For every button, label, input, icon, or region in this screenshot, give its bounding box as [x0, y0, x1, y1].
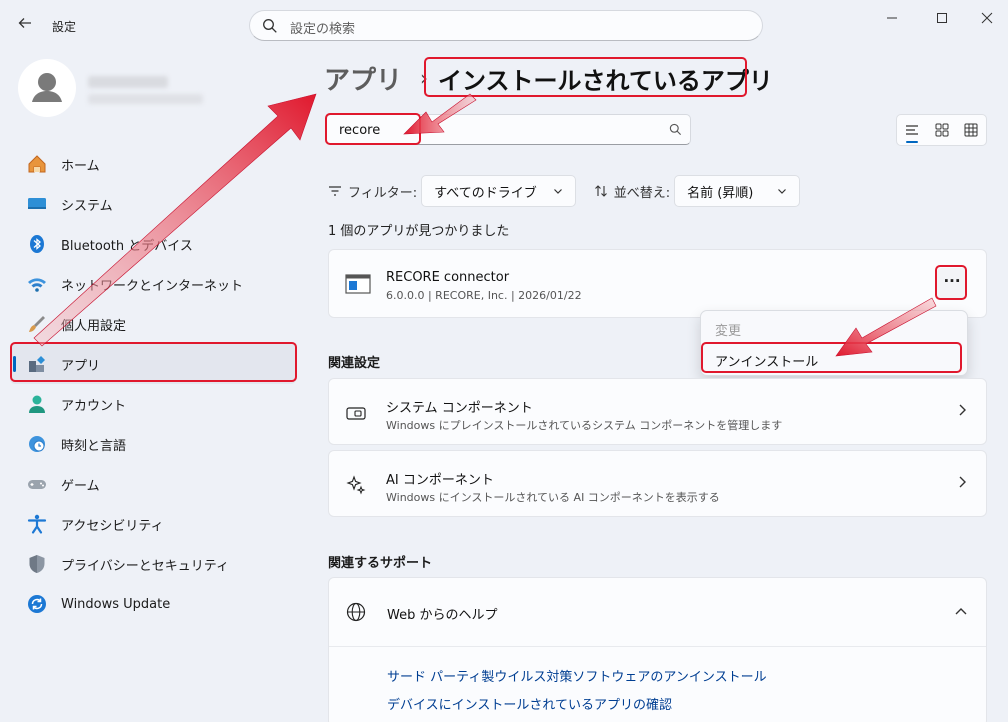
sidebar-item-privacy[interactable]: プライバシーとセキュリティ	[10, 544, 296, 584]
breadcrumb-separator: ›	[420, 66, 429, 90]
chevron-up-icon	[955, 608, 967, 615]
sidebar-item-gaming[interactable]: ゲーム	[10, 464, 296, 504]
uninstall-menu-item[interactable]: アンインストール	[715, 351, 818, 370]
context-menu: 変更 アンインストール	[700, 310, 968, 376]
chevron-down-icon	[778, 189, 787, 194]
ai-components-row[interactable]: AI コンポーネント Windows にインストールされている AI コンポーネ…	[328, 450, 987, 517]
filter-sort-row: フィルター: すべてのドライブ 並べ替え: 名前 (昇順)	[328, 175, 801, 207]
help-link-antivirus[interactable]: サード パーティ製ウイルス対策ソフトウェアのアンインストール	[387, 666, 767, 685]
list-view-button[interactable]	[897, 115, 927, 145]
app-name: RECORE connector	[386, 270, 510, 285]
globe-icon	[346, 602, 366, 622]
tile-view-icon	[964, 123, 978, 137]
accessibility-icon	[26, 513, 48, 535]
modify-menu-item: 変更	[715, 324, 742, 339]
gamepad-icon	[26, 473, 48, 495]
page-title: インストールされているアプリ	[438, 66, 773, 95]
row-description: Windows にプレインストールされているシステム コンポーネントを管理します	[386, 419, 783, 432]
app-title: 設定	[52, 20, 77, 34]
sidebar-item-windows-update[interactable]: Windows Update	[10, 584, 296, 624]
back-button[interactable]	[14, 14, 36, 36]
filter-value: すべてのドライブ	[434, 185, 537, 201]
home-icon	[26, 153, 48, 175]
search-placeholder: 設定の検索	[290, 22, 356, 37]
sidebar-item-time-language[interactable]: 時刻と言語	[10, 424, 296, 464]
sidebar-item-bluetooth[interactable]: Bluetooth とデバイス	[10, 224, 296, 264]
back-arrow-icon	[18, 18, 31, 28]
sidebar-item-accessibility[interactable]: アクセシビリティ	[10, 504, 296, 544]
component-icon	[346, 407, 366, 420]
app-window-icon	[345, 274, 371, 294]
system-icon	[26, 193, 48, 215]
list-view-icon	[905, 125, 918, 135]
app-search-value: recore	[339, 123, 381, 138]
related-settings-heading: 関連設定	[328, 356, 381, 371]
close-icon	[981, 12, 993, 24]
maximize-button[interactable]	[927, 8, 957, 30]
time-language-icon	[26, 433, 48, 455]
chevron-right-icon	[959, 404, 966, 416]
bluetooth-icon	[26, 233, 48, 255]
update-icon	[26, 593, 48, 615]
title-bar: 設定 設定の検索	[0, 0, 1008, 50]
app-search-input[interactable]: recore	[326, 114, 691, 145]
tile-view-button[interactable]	[956, 115, 986, 145]
view-toggle	[896, 114, 987, 146]
row-title: システム コンポーネント	[386, 401, 533, 416]
settings-search-box[interactable]: 設定の検索	[249, 10, 763, 41]
related-support-heading: 関連するサポート	[328, 556, 433, 571]
web-help-title: Web からのヘルプ	[387, 608, 498, 623]
wifi-icon	[26, 273, 48, 295]
sort-dropdown[interactable]: 名前 (昇順)	[674, 175, 801, 207]
sidebar-item-accounts[interactable]: アカウント	[10, 384, 296, 424]
maximize-icon	[937, 13, 947, 23]
chevron-right-icon	[959, 476, 966, 488]
chevron-down-icon	[553, 189, 562, 194]
more-options-button[interactable]: ···	[937, 268, 967, 298]
sidebar-item-system[interactable]: システム	[10, 184, 296, 224]
sidebar-item-apps[interactable]: アプリ	[10, 344, 296, 384]
close-button[interactable]	[972, 8, 1002, 30]
filter-label: フィルター:	[348, 185, 418, 201]
apps-icon	[26, 353, 48, 375]
app-list-item: RECORE connector 6.0.0.0 | RECORE, Inc. …	[328, 249, 987, 318]
sidebar-item-personalization[interactable]: 個人用設定	[10, 304, 296, 344]
sort-label: 並べ替え:	[613, 185, 671, 201]
app-meta: 6.0.0.0 | RECORE, Inc. | 2026/01/22	[386, 289, 582, 302]
sidebar-item-network[interactable]: ネットワークとインターネット	[10, 264, 296, 304]
results-count: 1 個のアプリが見つかりました	[328, 224, 510, 239]
account-icon	[26, 393, 48, 415]
filter-icon	[329, 186, 341, 196]
row-title: AI コンポーネント	[386, 473, 494, 488]
search-icon	[263, 19, 277, 33]
profile-email-blurred	[88, 94, 203, 104]
grid-view-icon	[935, 123, 948, 137]
filter-dropdown[interactable]: すべてのドライブ	[421, 175, 576, 207]
breadcrumb-apps-link[interactable]: アプリ	[324, 60, 402, 97]
minimize-button[interactable]	[877, 8, 907, 30]
sparkle-icon	[346, 475, 366, 495]
user-icon	[32, 73, 62, 102]
sidebar-item-home[interactable]: ホーム	[10, 144, 296, 184]
sidebar-nav: ホーム システム Bluetooth とデバイス ネットワークとインターネット …	[10, 144, 296, 624]
help-link-installed-apps[interactable]: デバイスにインストールされているアプリの確認	[387, 694, 672, 713]
web-help-header[interactable]: Web からのヘルプ	[329, 578, 986, 647]
row-description: Windows にインストールされている AI コンポーネントを表示する	[386, 491, 720, 504]
breadcrumb: アプリ › インストールされているアプリ	[324, 60, 773, 96]
shield-icon	[26, 553, 48, 575]
sort-value: 名前 (昇順)	[687, 185, 754, 201]
avatar[interactable]	[18, 59, 76, 117]
web-help-card: Web からのヘルプ サード パーティ製ウイルス対策ソフトウェアのアンインストー…	[328, 577, 987, 722]
grid-view-button[interactable]	[927, 115, 957, 145]
brush-icon	[26, 313, 48, 335]
minimize-icon	[887, 17, 897, 19]
profile-name-blurred	[88, 76, 168, 88]
search-icon	[669, 123, 682, 136]
sort-icon	[594, 185, 607, 197]
system-components-row[interactable]: システム コンポーネント Windows にプレインストールされているシステム …	[328, 378, 987, 445]
